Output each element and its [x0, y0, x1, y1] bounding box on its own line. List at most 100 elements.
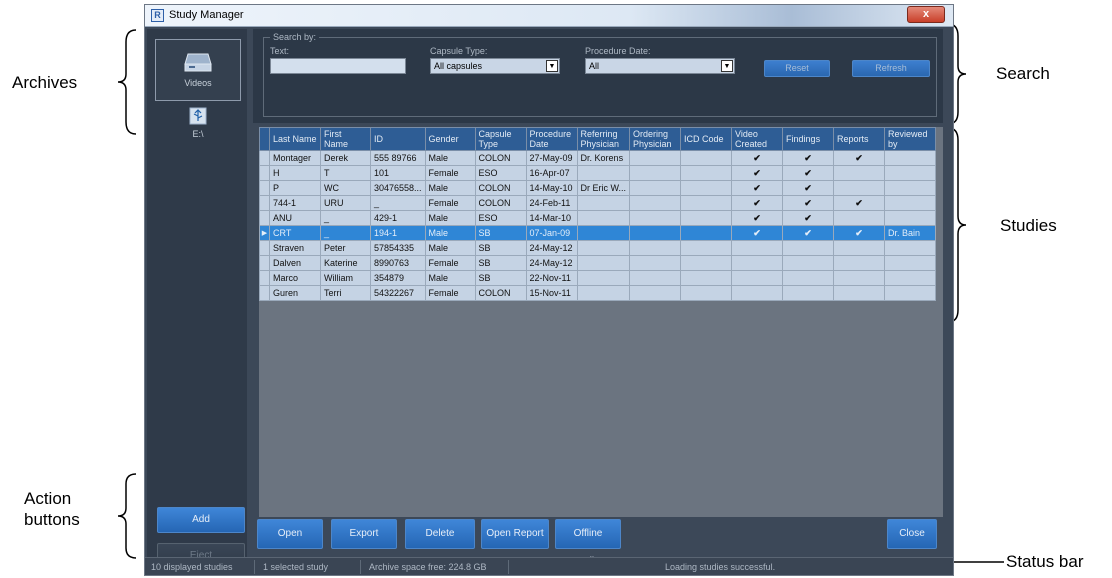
column-header[interactable]: Capsule Type [474, 127, 527, 151]
table-cell-last: 744-1 [269, 195, 321, 211]
window-close-button[interactable]: x [907, 6, 945, 23]
table-cell-reports: ✔ [833, 150, 886, 166]
table-cell-referring [576, 165, 631, 181]
open-button[interactable]: Open [257, 519, 323, 549]
studies-grid: Last Name First Name ID Gender Capsule Type P… [259, 127, 943, 517]
table-row[interactable]: ANU _ 429-1 Male ESO 14-Mar-10 ✔ ✔ [259, 210, 937, 226]
studies-callout: Studies [1000, 216, 1057, 235]
chevron-down-icon[interactable]: ▼ [546, 60, 558, 72]
table-cell-first: WC [320, 180, 371, 196]
column-header[interactable]: Gender [424, 127, 476, 151]
checkmark-icon: ✔ [753, 212, 761, 223]
table-cell-id: 194-1 [370, 225, 426, 241]
title-bar[interactable]: R Study Manager x [145, 5, 953, 27]
table-cell-reports [833, 255, 886, 271]
reset-button[interactable]: Reset [764, 60, 830, 77]
column-header[interactable]: Ordering Physician [629, 127, 682, 151]
table-row[interactable]: H T 101 Female ESO 16-Apr-07 ✔ ✔ [259, 165, 937, 181]
table-cell-capsule: COLON [474, 195, 527, 211]
table-cell-gender: Male [424, 150, 476, 166]
table-cell-first: _ [320, 210, 371, 226]
chevron-down-icon[interactable]: ▼ [721, 60, 733, 72]
table-cell-icd [680, 195, 733, 211]
table-cell-reviewed [884, 210, 937, 226]
status-archive-space: Archive space free: 224.8 GB [363, 560, 509, 574]
study-manager-window: R Study Manager x Videos E:\ Add Eject S… [144, 4, 954, 576]
table-cell-ordering [629, 255, 682, 271]
action-buttons-brace [117, 473, 137, 559]
refresh-button[interactable]: Refresh [852, 60, 930, 77]
column-header[interactable]: Findings [782, 127, 835, 151]
table-cell-date: 24-May-12 [525, 240, 578, 256]
archives-panel: Videos E:\ Add Eject [147, 29, 247, 569]
column-header[interactable]: Referring Physician [576, 127, 631, 151]
capsule-type-select[interactable]: All capsules ▼ [430, 58, 560, 74]
procedure-date-select[interactable]: All ▼ [585, 58, 735, 74]
table-row[interactable]: Straven Peter 57854335 Male SB 24-May-12 [259, 240, 937, 256]
text-label: Text: [270, 46, 290, 56]
table-cell-icd [680, 180, 733, 196]
delete-button[interactable]: Delete [405, 519, 475, 549]
table-row[interactable]: ▶ CRT _ 194-1 Male SB 07-Jan-09 ✔ ✔ ✔ Dr. Bain [259, 225, 937, 241]
row-indicator [259, 240, 270, 256]
table-cell-last: ANU [269, 210, 321, 226]
capsule-type-value: All capsules [434, 61, 483, 71]
column-header[interactable]: First Name [320, 127, 371, 151]
table-cell-video [731, 285, 784, 301]
close-button[interactable]: Close [887, 519, 937, 549]
table-cell-id: 8990763 [370, 255, 426, 271]
table-row[interactable]: P WC 30476558... Male COLON 14-May-10 Dr Eric … [259, 180, 937, 196]
column-header[interactable]: Procedure Date [525, 127, 578, 151]
open-report-button[interactable]: Open Report [481, 519, 549, 549]
table-cell-ordering [629, 270, 682, 286]
archive-usb-drive[interactable]: E:\ [155, 107, 241, 143]
table-row[interactable]: Dalven Katerine 8990763 Female SB 24-May-12 [259, 255, 937, 271]
search-text-input[interactable] [270, 58, 406, 74]
column-header[interactable]: ICD Code [680, 127, 733, 151]
table-cell-capsule: SB [474, 225, 527, 241]
table-cell-video [731, 255, 784, 271]
table-cell-findings: ✔ [782, 165, 835, 181]
table-cell-ordering [629, 210, 682, 226]
table-cell-reviewed [884, 270, 937, 286]
add-button[interactable]: Add [157, 507, 245, 533]
table-row[interactable]: Marco William 354879 Male SB 22-Nov-11 [259, 270, 937, 286]
table-cell-icd [680, 165, 733, 181]
table-cell-first: William [320, 270, 371, 286]
table-cell-reports: ✔ [833, 225, 886, 241]
archive-videos[interactable]: Videos [155, 39, 241, 101]
export-button[interactable]: Export [331, 519, 397, 549]
column-header[interactable]: Video Created [731, 127, 784, 151]
table-row[interactable]: Montager Derek 555 89766 Male COLON 27-May-09… [259, 150, 937, 166]
studies-table: Last Name First Name ID Gender Capsule Type P… [259, 127, 937, 301]
table-cell-icd [680, 225, 733, 241]
current-row-arrow-icon: ▶ [259, 225, 270, 241]
table-row[interactable]: 744-1 URU _ Female COLON 24-Feb-11 ✔ ✔ ✔ [259, 195, 937, 211]
table-cell-findings [782, 240, 835, 256]
offline-studies-button[interactable]: Offline Studies [555, 519, 621, 567]
checkmark-icon: ✔ [804, 152, 812, 163]
status-message: Loading studies successful. [665, 562, 776, 572]
status-displayed-count: 10 displayed studies [145, 560, 255, 574]
capsule-type-label: Capsule Type: [430, 46, 488, 56]
table-cell-id: 57854335 [370, 240, 426, 256]
search-legend: Search by: [270, 32, 320, 42]
table-cell-id: 101 [370, 165, 426, 181]
checkmark-icon: ✔ [804, 212, 812, 223]
table-cell-first: Terri [320, 285, 371, 301]
column-header[interactable]: Reports [833, 127, 886, 151]
column-header[interactable]: Reviewed by [884, 127, 937, 151]
table-cell-reviewed [884, 255, 937, 271]
table-cell-video: ✔ [731, 195, 784, 211]
table-cell-reviewed [884, 195, 937, 211]
table-cell-icd [680, 270, 733, 286]
column-header[interactable]: Last Name [269, 127, 321, 151]
table-cell-referring: Dr Eric W... [576, 180, 631, 196]
column-header[interactable]: ID [370, 127, 426, 151]
table-cell-video: ✔ [731, 150, 784, 166]
table-row[interactable]: Guren Terri 54322267 Female COLON 15-Nov-11 [259, 285, 937, 301]
app-icon: R [151, 9, 164, 22]
table-cell-capsule: ESO [474, 165, 527, 181]
row-indicator [259, 180, 270, 196]
table-cell-capsule: SB [474, 240, 527, 256]
